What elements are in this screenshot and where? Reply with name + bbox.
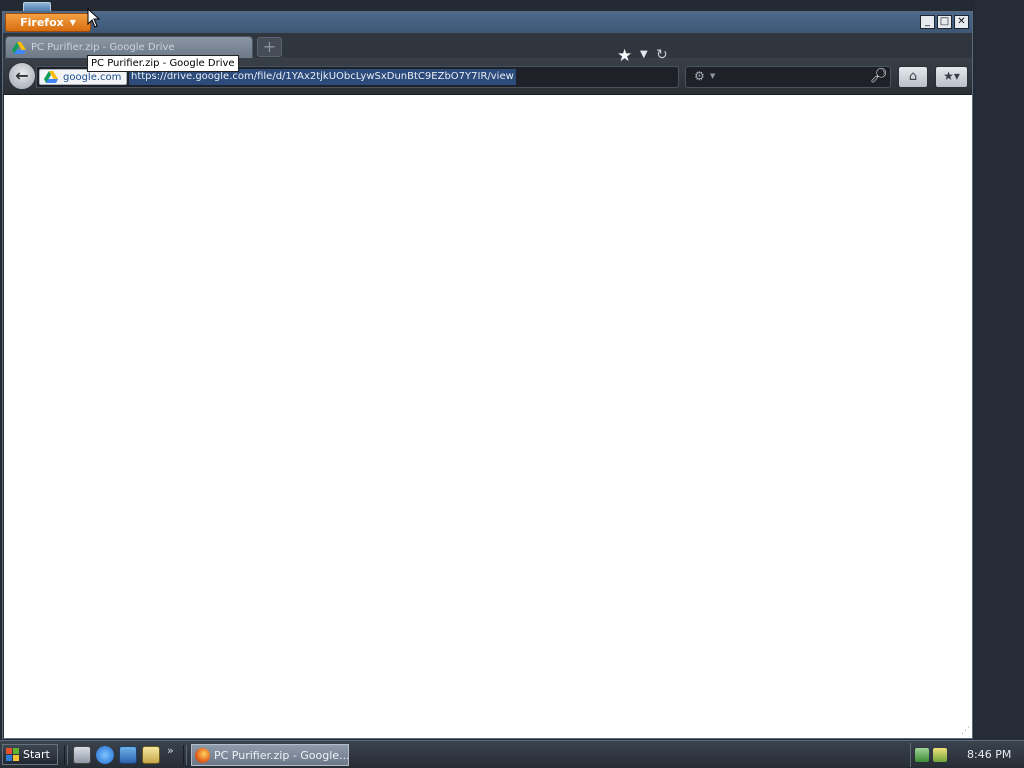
new-tab-button[interactable]: + (257, 37, 282, 57)
google-drive-icon (44, 71, 58, 83)
firefox-menu-label: Firefox (20, 16, 64, 29)
security-icon[interactable] (933, 748, 947, 762)
bookmarks-button[interactable]: ★▾ (935, 66, 968, 88)
system-tray: 8:46 PM (910, 743, 1022, 767)
close-button[interactable]: ✕ (954, 15, 969, 29)
outlook-express-icon[interactable] (119, 746, 137, 764)
start-label: Start (23, 748, 50, 761)
firefox-window: Firefox ▼ _ □ ✕ PC Purifier.zip - Google… (2, 11, 973, 739)
taskbar-button-firefox[interactable]: PC Purifier.zip - Google... (191, 744, 349, 766)
chevron-down-icon: ▼ (710, 72, 716, 80)
tab-tooltip: PC Purifier.zip - Google Drive (87, 55, 239, 72)
start-button[interactable]: Start (2, 744, 58, 765)
reload-icon[interactable]: ↻ (656, 47, 668, 63)
bookmarks-icon: ★▾ (943, 69, 960, 83)
quick-launch-overflow[interactable]: » (167, 744, 174, 757)
desktop-background (975, 0, 1024, 740)
firefox-menu-button[interactable]: Firefox ▼ (5, 13, 91, 32)
google-drive-icon (12, 41, 26, 54)
home-button[interactable]: ⌂ (898, 66, 928, 88)
internet-explorer-icon[interactable] (96, 746, 114, 764)
window-controls: _ □ ✕ (920, 15, 969, 29)
bookmark-star-icon[interactable]: ★ (617, 46, 632, 66)
show-desktop-icon[interactable] (73, 746, 91, 764)
firefox-icon (195, 747, 210, 763)
chevron-down-icon[interactable]: ▼ (640, 49, 648, 60)
page-content[interactable]: ⋰ (4, 95, 972, 738)
windows-logo-icon (6, 747, 19, 761)
magnifier-icon[interactable]: 🔎︎ (870, 68, 888, 84)
maximize-button[interactable]: □ (937, 15, 952, 29)
site-identity-label: google.com (63, 71, 122, 83)
clock[interactable]: 8:46 PM (967, 748, 1011, 761)
chevron-down-icon: ▼ (69, 18, 76, 27)
mouse-cursor-icon (87, 8, 100, 28)
taskbar-button-label: PC Purifier.zip - Google... (214, 748, 349, 762)
home-icon: ⌂ (908, 69, 918, 84)
window-titlebar[interactable]: Firefox ▼ _ □ ✕ (3, 12, 972, 33)
minimize-button[interactable]: _ (920, 15, 935, 29)
back-button[interactable]: ← (8, 62, 36, 90)
arrow-left-icon: ← (15, 66, 29, 85)
search-engine-icon[interactable]: ⚙ (694, 69, 705, 83)
taskbar: Start » PC Purifier.zip - Google... 8:46… (0, 740, 1024, 768)
network-icon[interactable] (915, 748, 929, 762)
search-icon[interactable] (142, 746, 160, 764)
taskbar-separator (183, 745, 187, 765)
taskbar-separator (64, 745, 68, 765)
tab-title: PC Purifier.zip - Google Drive (31, 42, 175, 53)
resize-grip-icon[interactable]: ⋰ (961, 727, 970, 736)
search-bar[interactable]: ⚙ ▼ 🔎︎ (685, 66, 891, 88)
